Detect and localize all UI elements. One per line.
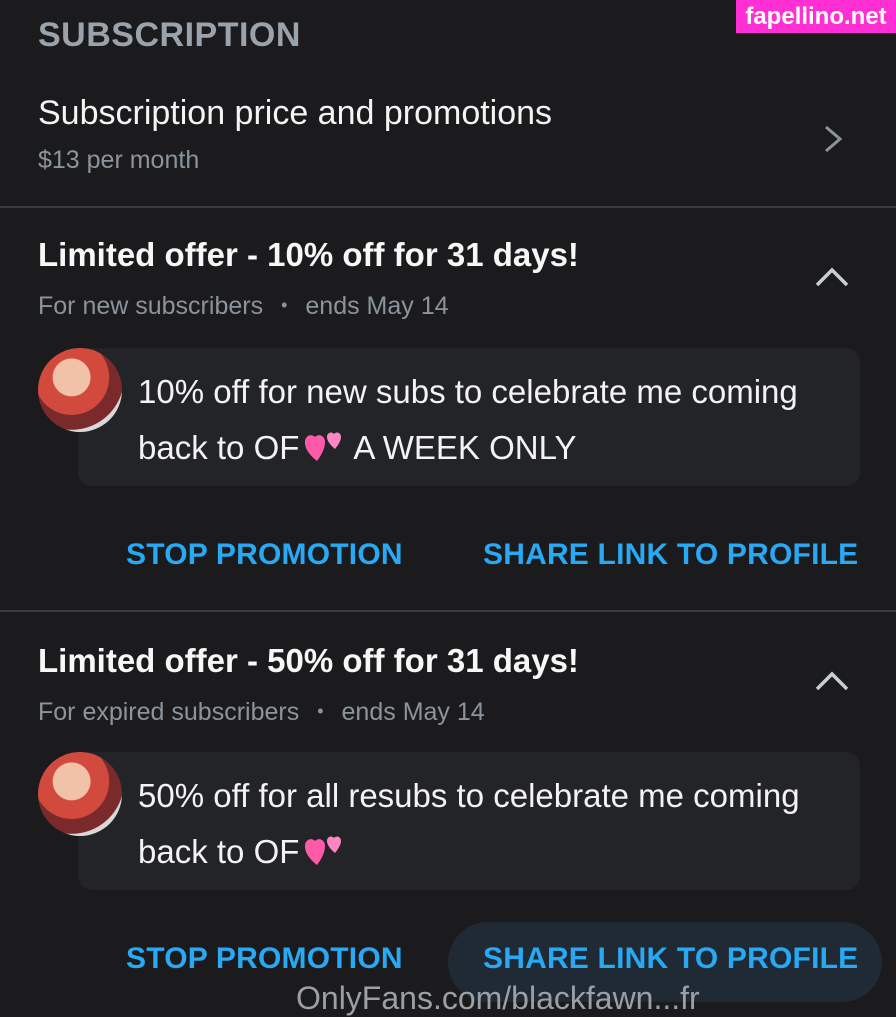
separator-dot: • [281,295,288,315]
chevron-up-icon[interactable] [814,670,850,692]
price-subtitle: $13 per month [38,146,200,174]
two-hearts-icon [305,836,342,865]
offer-title: Limited offer - 50% off for 31 days! [38,642,579,679]
offer-ends: ends May 14 [341,698,485,726]
promo-message-text: 50% off for all resubs to celebrate me c… [138,777,800,870]
watermark-text: fapellino.net [745,2,887,30]
promo-message-bubble: 50% off for all resubs to celebrate me c… [78,752,860,890]
profile-url-partial: OnlyFans.com/blackfawn...fr [296,980,700,1016]
chevron-right-icon [825,125,843,153]
offer-title: Limited offer - 10% off for 31 days! [38,236,579,273]
offer-audience: For new subscribers [38,292,264,320]
separator-dot: • [317,701,324,721]
offer-audience: For expired subscribers [38,698,300,726]
watermark-badge: fapellino.net [736,0,896,33]
offer-card: Limited offer - 10% off for 31 days! For… [0,208,896,610]
share-link-button[interactable]: SHARE LINK TO PROFILE [483,538,858,572]
two-hearts-icon [305,432,342,461]
price-title: Subscription price and promotions [38,94,553,132]
promo-message: 10% off for new subs to celebrate me com… [138,364,838,476]
stop-promotion-button[interactable]: STOP PROMOTION [126,942,403,976]
share-link-button[interactable]: SHARE LINK TO PROFILE [483,942,858,976]
section-title: SUBSCRIPTION [38,16,301,54]
offer-ends: ends May 14 [305,292,449,320]
offer-meta: For new subscribers • ends May 14 [38,292,449,321]
chevron-up-icon[interactable] [814,266,850,288]
promo-message-bubble: 10% off for new subs to celebrate me com… [78,348,860,486]
avatar [38,752,122,836]
subscription-price-row[interactable]: Subscription price and promotions $13 pe… [0,84,896,206]
offer-meta: For expired subscribers • ends May 14 [38,698,485,727]
promo-message: 50% off for all resubs to celebrate me c… [138,768,838,880]
stop-promotion-button[interactable]: STOP PROMOTION [126,538,403,572]
avatar [38,348,122,432]
promo-message-suffix: A WEEK ONLY [353,429,577,466]
